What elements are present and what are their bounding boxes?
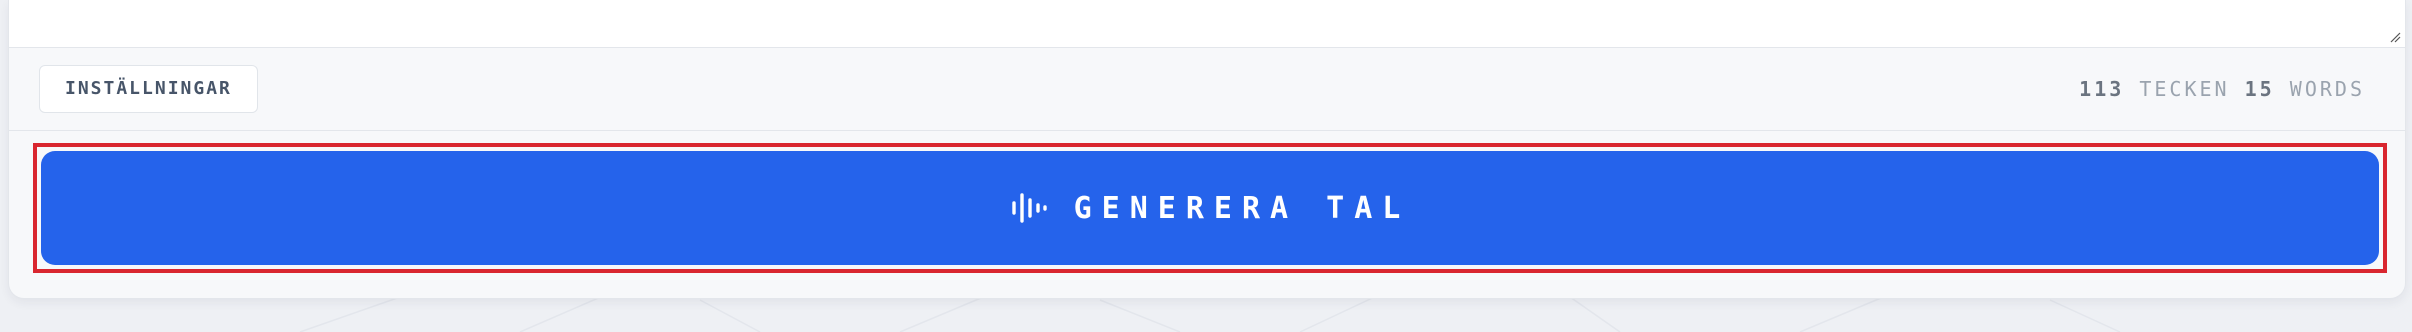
text-counter: 113 TECKEN 15 WORDS: [2079, 77, 2365, 101]
generate-button-highlight: GENERERA TAL: [33, 143, 2387, 273]
editor-card: INSTÄLLNINGAR 113 TECKEN 15 WORDS GENERE…: [8, 0, 2406, 299]
word-count: 15: [2244, 77, 2275, 101]
char-unit: TECKEN: [2139, 77, 2230, 101]
audio-waveform-icon: [1011, 193, 1047, 223]
resize-handle-icon[interactable]: [2389, 31, 2401, 43]
settings-button[interactable]: INSTÄLLNINGAR: [39, 65, 258, 113]
char-count: 113: [2079, 77, 2125, 101]
word-unit: WORDS: [2289, 77, 2365, 101]
text-input[interactable]: [9, 0, 2405, 48]
generate-button-label: GENERERA TAL: [1073, 190, 1411, 226]
editor-toolbar: INSTÄLLNINGAR 113 TECKEN 15 WORDS: [9, 48, 2405, 131]
generate-speech-button[interactable]: GENERERA TAL: [41, 151, 2379, 265]
